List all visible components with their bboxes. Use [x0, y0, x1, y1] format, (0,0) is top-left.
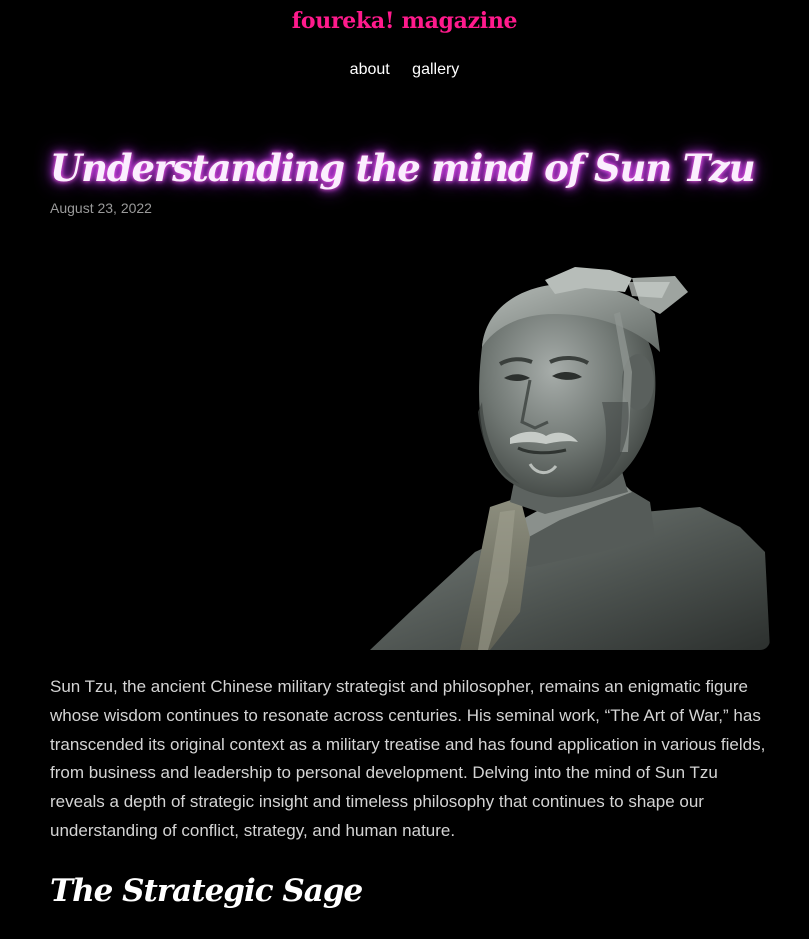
post-intro-paragraph: Sun Tzu, the ancient Chinese military st…	[50, 677, 766, 840]
site-title-link[interactable]: foureka! magazine	[0, 8, 809, 34]
hero-image	[370, 252, 770, 650]
main-nav: about gallery	[0, 61, 809, 79]
terracotta-warrior-illustration	[370, 252, 770, 650]
post-date: August 23, 2022	[50, 200, 152, 216]
post-title: Understanding the mind of Sun Tzu	[50, 146, 756, 190]
nav-link-about[interactable]: about	[350, 61, 390, 78]
section-heading: The Strategic Sage	[50, 873, 363, 909]
nav-link-gallery[interactable]: gallery	[412, 61, 459, 78]
